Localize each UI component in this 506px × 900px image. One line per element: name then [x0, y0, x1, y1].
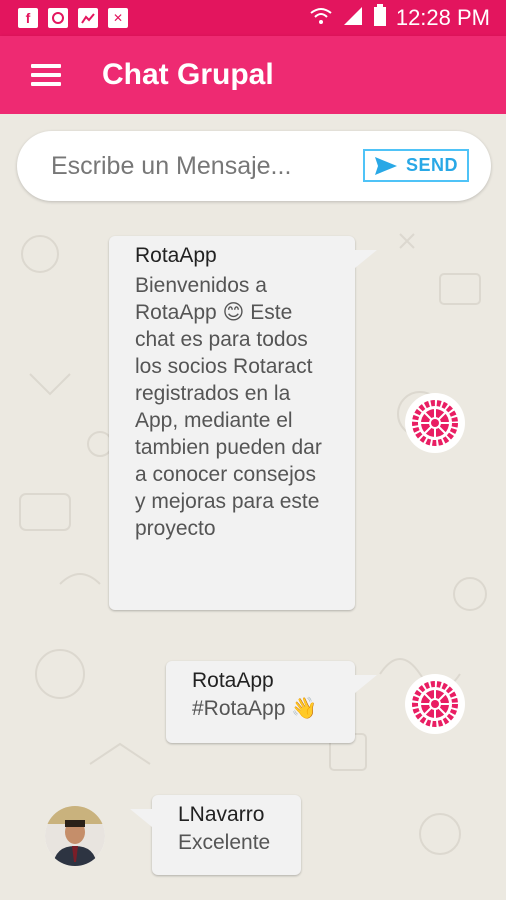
composer: SEND — [17, 131, 491, 201]
message-sender: LNavarro — [178, 803, 265, 826]
menu-icon — [31, 64, 61, 86]
message-sender: RotaApp — [135, 244, 217, 267]
rotary-wheel-icon — [405, 393, 465, 453]
message-text: Excelente — [178, 831, 271, 854]
send-icon — [374, 156, 397, 175]
status-time: 12:28 PM — [395, 5, 490, 30]
message-text: Bienvenidos a RotaApp 😊 Este chat es par… — [135, 274, 322, 540]
signal-icon — [342, 5, 364, 31]
page-title: Chat Grupal — [102, 58, 274, 91]
rotary-wheel-icon — [405, 674, 465, 734]
browser-icon — [48, 8, 68, 28]
facebook-icon: f — [18, 8, 38, 28]
bubble-tail — [130, 809, 152, 827]
wifi-icon — [310, 7, 332, 30]
image-icon — [78, 8, 98, 28]
message-bubble: RotaApp Bienvenidos a RotaApp 😊 Este cha… — [109, 236, 377, 610]
app-bar: Chat Grupal — [0, 36, 506, 114]
sim-icon: ✕ — [108, 8, 128, 28]
message-input[interactable] — [49, 150, 353, 182]
menu-button[interactable] — [14, 43, 78, 107]
user-avatar[interactable] — [45, 806, 105, 866]
message-bubble: RotaApp #RotaApp 👋 — [166, 661, 377, 743]
bubble-tail — [355, 250, 377, 268]
bubble-tail — [355, 675, 377, 693]
message-sender: RotaApp — [192, 669, 274, 692]
message-text: #RotaApp 👋 — [192, 697, 318, 720]
message-bubble: LNavarro Excelente — [130, 795, 301, 875]
send-button[interactable]: SEND — [363, 149, 469, 182]
send-label: SEND — [405, 155, 458, 175]
battery-icon — [373, 4, 386, 32]
status-bar: f ✕ 12:28 PM — [0, 0, 506, 36]
